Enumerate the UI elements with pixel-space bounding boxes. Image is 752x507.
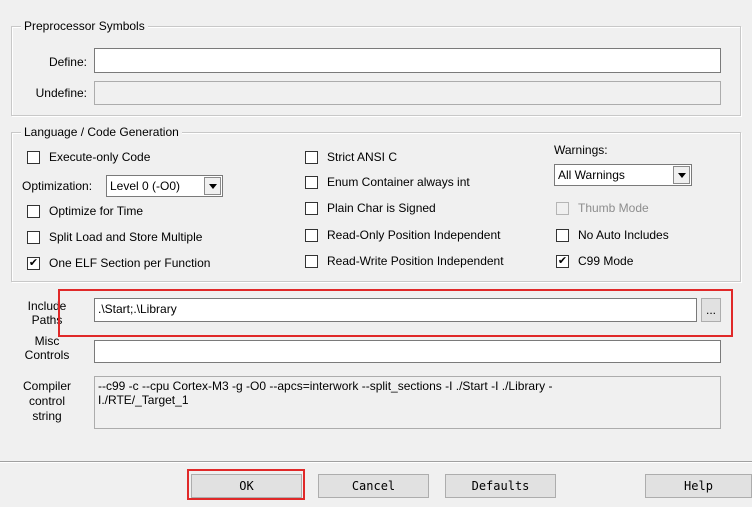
chevron-down-icon[interactable] <box>204 177 221 195</box>
c99-mode-check[interactable]: ✔ <box>556 254 569 268</box>
include-paths-label: Include Paths <box>14 299 80 327</box>
undefine-label: Undefine: <box>35 86 87 100</box>
misc-controls-label-line2: Controls <box>24 348 70 362</box>
execute-only-checkbox[interactable]: Execute-only Code <box>27 149 150 165</box>
optimization-label: Optimization: <box>22 179 93 193</box>
compiler-control-label-line3: string <box>32 409 62 423</box>
preprocessor-symbols-title: Preprocessor Symbols <box>21 19 148 33</box>
ok-button[interactable]: OK <box>191 474 302 498</box>
optimization-select[interactable]: Level 0 (-O0) <box>106 175 223 197</box>
strict-ansi-checkbox[interactable]: Strict ANSI C <box>305 149 397 165</box>
enum-container-label: Enum Container always int <box>327 175 470 189</box>
rw-position-independent-label: Read-Write Position Independent <box>327 254 504 268</box>
include-paths-label-line2: Paths <box>31 313 63 327</box>
rw-position-independent-checkbox[interactable]: Read-Write Position Independent <box>305 253 504 269</box>
optimize-time-check[interactable] <box>27 204 40 218</box>
no-auto-includes-checkbox[interactable]: No Auto Includes <box>556 227 669 243</box>
help-button[interactable]: Help <box>645 474 752 498</box>
plain-char-check[interactable] <box>305 201 318 215</box>
optimize-time-label: Optimize for Time <box>49 204 144 218</box>
compiler-control-string-text: --c99 -c --cpu Cortex-M3 -g -O0 --apcs=i… <box>94 376 721 429</box>
define-label: Define: <box>48 55 87 69</box>
misc-controls-input[interactable] <box>94 340 721 363</box>
cancel-button[interactable]: Cancel <box>318 474 429 498</box>
dialog-separator <box>0 461 752 463</box>
optimization-value: Level 0 (-O0) <box>110 179 181 193</box>
optimize-time-checkbox[interactable]: Optimize for Time <box>27 203 143 219</box>
ro-position-independent-checkbox[interactable]: Read-Only Position Independent <box>305 227 500 243</box>
include-paths-input[interactable]: .\Start;.\Library <box>94 298 697 322</box>
language-code-generation-title: Language / Code Generation <box>21 125 182 139</box>
rw-position-independent-check[interactable] <box>305 254 318 268</box>
execute-only-label: Execute-only Code <box>49 150 151 164</box>
compiler-control-string-label: Compiler control string <box>14 379 80 424</box>
thumb-mode-label: Thumb Mode <box>578 201 649 215</box>
compiler-control-label-line1: Compiler <box>22 379 71 393</box>
plain-char-checkbox[interactable]: Plain Char is Signed <box>305 200 436 216</box>
define-input[interactable] <box>94 48 721 73</box>
no-auto-includes-label: No Auto Includes <box>578 228 669 242</box>
strict-ansi-label: Strict ANSI C <box>327 150 398 164</box>
split-load-check[interactable] <box>27 230 40 244</box>
thumb-mode-check <box>556 201 569 215</box>
misc-controls-label-line1: Misc <box>34 334 60 348</box>
c99-mode-checkbox[interactable]: ✔ C99 Mode <box>556 253 633 269</box>
split-load-checkbox[interactable]: Split Load and Store Multiple <box>27 229 202 245</box>
warnings-label: Warnings: <box>554 143 608 157</box>
misc-controls-label: Misc Controls <box>14 334 80 362</box>
ro-position-independent-label: Read-Only Position Independent <box>327 228 501 242</box>
split-load-label: Split Load and Store Multiple <box>49 230 203 244</box>
chevron-down-icon[interactable] <box>673 166 690 184</box>
execute-only-check[interactable] <box>27 150 40 164</box>
enum-container-checkbox[interactable]: Enum Container always int <box>305 174 470 190</box>
warnings-select[interactable]: All Warnings <box>554 164 692 186</box>
undefine-input[interactable] <box>94 81 721 105</box>
one-elf-label: One ELF Section per Function <box>49 256 211 270</box>
defaults-button[interactable]: Defaults <box>445 474 556 498</box>
ro-position-independent-check[interactable] <box>305 228 318 242</box>
compiler-control-label-line2: control <box>28 394 66 408</box>
warnings-value: All Warnings <box>558 168 625 182</box>
include-paths-browse-button[interactable]: ... <box>701 298 721 322</box>
include-paths-label-line1: Include <box>27 299 67 313</box>
plain-char-label: Plain Char is Signed <box>327 201 436 215</box>
thumb-mode-checkbox: Thumb Mode <box>556 200 649 216</box>
enum-container-check[interactable] <box>305 175 318 189</box>
one-elf-checkbox[interactable]: ✔ One ELF Section per Function <box>27 255 210 271</box>
strict-ansi-check[interactable] <box>305 150 318 164</box>
c99-mode-label: C99 Mode <box>578 254 634 268</box>
no-auto-includes-check[interactable] <box>556 228 569 242</box>
one-elf-check[interactable]: ✔ <box>27 256 40 270</box>
